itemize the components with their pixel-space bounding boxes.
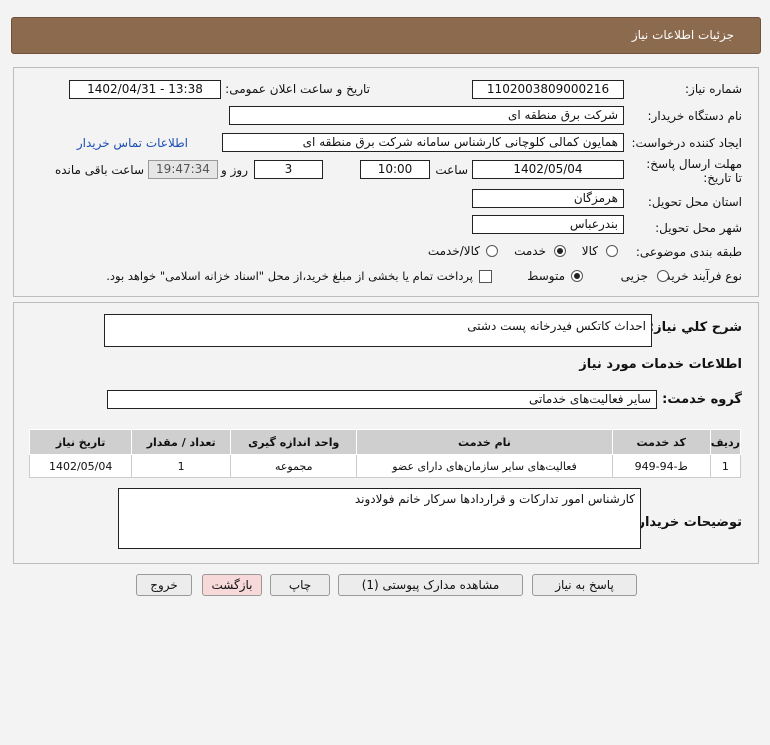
buyer-notes-field: کارشناس امور تدارکات و قراردادها سرکار خ… (118, 488, 641, 549)
purchase-medium-label: متوسط (527, 269, 565, 283)
cell-need-date: 1402/05/04 (28, 454, 133, 478)
view-attachments-button[interactable]: مشاهده مدارک پیوستی (1) (338, 574, 523, 596)
cell-unit: مجموعه (230, 454, 358, 478)
page-title: جزئیات اطلاعات نیاز (631, 28, 734, 42)
contact-buyer-link[interactable]: اطلاعات تماس خریدار (77, 136, 188, 150)
city-field: بندرعباس (472, 215, 624, 234)
creator-label: ایجاد کننده درخواست: (631, 136, 742, 150)
remaining-label: ساعت باقی مانده (54, 163, 144, 177)
deadline-label: مهلت ارسال پاسخ: تا تاریخ: (646, 157, 742, 185)
purchase-type-label: نوع فرآیند خرید : (657, 269, 742, 283)
category-service-radio[interactable] (554, 245, 566, 257)
col-unit: واحد اندازه گیری (230, 429, 358, 455)
remaining-time-field: 19:47:34 (148, 160, 218, 179)
purchase-medium-radio[interactable] (571, 270, 583, 282)
print-button[interactable]: چاپ (270, 574, 330, 596)
province-field: هرمزگان (472, 189, 624, 208)
category-goods-label: کالا (581, 244, 598, 258)
days-remaining-field: 3 (254, 160, 323, 179)
category-goods-service-radio[interactable] (486, 245, 498, 257)
col-service-code: کد خدمت (611, 429, 711, 455)
need-number-label: شماره نیاز: (685, 82, 742, 96)
cell-service-code: ط-94-949 (611, 454, 711, 478)
exit-button[interactable]: خروج (136, 574, 192, 596)
city-label: شهر محل تحویل: (655, 221, 742, 235)
need-number-field: 1102003809000216 (472, 80, 624, 99)
buyer-org-field: شرکت برق منطقه ای (229, 106, 624, 125)
services-section-title: اطلاعات خدمات مورد نیاز (579, 357, 742, 372)
treasury-payment-checkbox[interactable] (479, 270, 492, 283)
deadline-date-field: 1402/05/04 (472, 160, 624, 179)
cell-row-number: 1 (709, 454, 742, 478)
table-row: 1 ط-94-949 فعالیت‌های سایر سازمان‌های دا… (28, 454, 742, 478)
category-label: طبقه بندی موضوعی: (635, 245, 742, 259)
days-label: روز و (221, 163, 248, 177)
category-goods-service-label: کالا/خدمت (427, 244, 480, 258)
page-header: جزئیات اطلاعات نیاز (11, 17, 761, 54)
back-button[interactable]: بازگشت (202, 574, 262, 596)
province-label: استان محل تحویل: (647, 195, 742, 209)
deadline-time-label: ساعت (435, 163, 468, 177)
buyer-org-label: نام دستگاه خریدار: (647, 109, 743, 123)
deadline-time-field: 10:00 (360, 160, 430, 179)
service-group-field: سایر فعالیت‌های خدماتی (107, 390, 657, 409)
table-header-row: ردیف کد خدمت نام خدمت واحد اندازه گیری ت… (28, 429, 742, 455)
creator-field: همایون کمالی کلوچانی کارشناس سامانه شرکت… (222, 133, 624, 152)
col-service-name: نام خدمت (356, 429, 613, 455)
description-field: احداث کاتکس فیدرخانه پست دشتی (104, 314, 652, 347)
category-service-label: خدمت (514, 244, 546, 258)
category-goods-radio[interactable] (606, 245, 618, 257)
service-group-label: گروه خدمت: (662, 392, 742, 407)
buyer-notes-label: توضیحات خریدار: (632, 515, 742, 530)
description-label: شرح کلي نياز: (648, 320, 742, 335)
purchase-minor-radio[interactable] (657, 270, 669, 282)
cell-service-name: فعالیت‌های سایر سازمان‌های دارای عضو (356, 454, 613, 478)
cell-quantity: 1 (131, 454, 232, 478)
col-quantity: تعداد / مقدار (131, 429, 232, 455)
reply-button[interactable]: پاسخ به نیاز (532, 574, 637, 596)
announce-date-field: 1402/04/31 - 13:38 (69, 80, 221, 99)
treasury-payment-note: پرداخت تمام یا بخشی از مبلغ خرید،از محل … (106, 269, 473, 283)
col-need-date: تاریخ نیاز (28, 429, 133, 455)
announce-date-label: تاریخ و ساعت اعلان عمومی: (225, 82, 370, 96)
purchase-minor-label: جزیی (620, 269, 648, 283)
col-row-number: ردیف (709, 429, 742, 455)
services-table: ردیف کد خدمت نام خدمت واحد اندازه گیری ت… (28, 429, 742, 478)
